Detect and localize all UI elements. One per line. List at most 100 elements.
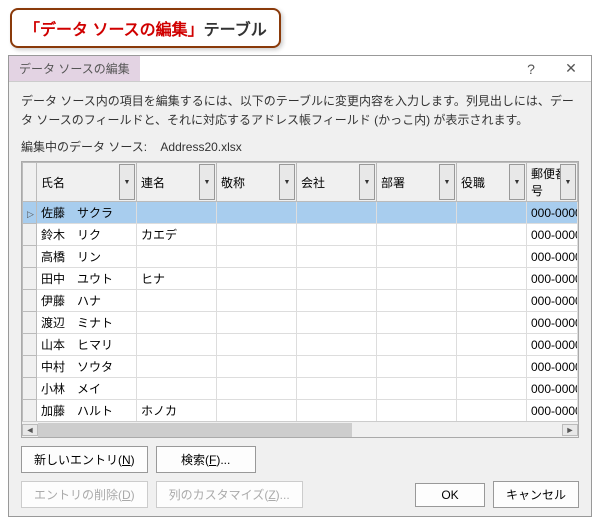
cell[interactable]: 田中 ユウト [37,268,137,290]
dropdown-icon[interactable] [509,164,525,200]
scroll-track[interactable] [38,423,562,437]
cell[interactable] [217,202,297,224]
cell[interactable]: ホノカ [137,400,217,421]
cell[interactable]: 加藤 ハルト [37,400,137,421]
table-row[interactable]: 高橋 リン000-0000 [23,246,578,268]
cell[interactable] [457,290,527,312]
row-header[interactable] [23,400,37,421]
cell[interactable] [137,290,217,312]
cell[interactable] [377,202,457,224]
scroll-left-icon[interactable]: ◄ [22,424,38,436]
cell[interactable]: 鈴木 リク [37,224,137,246]
table-row[interactable]: 佐藤 サクラ000-0000 [23,202,578,224]
cell[interactable]: 000-0000 [527,400,578,421]
cell[interactable]: 中村 ソウタ [37,356,137,378]
cell[interactable]: 000-0000 [527,312,578,334]
cell[interactable] [137,202,217,224]
cell[interactable] [377,400,457,421]
col-header-zip[interactable]: 郵便番号 [527,163,578,202]
cell[interactable] [377,312,457,334]
table-row[interactable]: 田中 ユウトヒナ000-0000 [23,268,578,290]
cell[interactable] [457,224,527,246]
cell[interactable] [217,400,297,421]
cell[interactable] [457,334,527,356]
table-row[interactable]: 中村 ソウタ 000-0000 [23,356,578,378]
cell[interactable] [137,378,217,400]
ok-button[interactable]: OK [415,483,485,507]
cell[interactable]: 000-0000 [527,378,578,400]
dropdown-icon[interactable] [439,164,455,200]
cell[interactable]: カエデ [137,224,217,246]
col-header-dept[interactable]: 部署 [377,163,457,202]
cell[interactable] [217,246,297,268]
cell[interactable] [297,290,377,312]
cell[interactable] [297,202,377,224]
cell[interactable]: 佐藤 サクラ [37,202,137,224]
cell[interactable] [297,246,377,268]
row-header[interactable] [23,224,37,246]
cell[interactable]: 000-0000 [527,356,578,378]
cell[interactable] [217,334,297,356]
cell[interactable] [377,246,457,268]
cell[interactable]: ヒナ [137,268,217,290]
col-header-hono[interactable]: 敬称 [217,163,297,202]
dropdown-icon[interactable] [119,164,135,200]
cell[interactable]: 000-0000 [527,290,578,312]
table-row[interactable]: 鈴木 リクカエデ 000-0000 [23,224,578,246]
dropdown-icon[interactable] [359,164,375,200]
cell[interactable] [457,356,527,378]
close-button[interactable]: ✕ [551,60,591,77]
cell[interactable] [457,400,527,421]
scroll-right-icon[interactable]: ► [562,424,578,436]
horizontal-scrollbar[interactable]: ◄ ► [22,421,578,437]
col-header-comp[interactable]: 会社 [297,163,377,202]
cell[interactable] [297,400,377,421]
cell[interactable] [297,312,377,334]
help-button[interactable]: ? [511,61,551,77]
cell[interactable]: 渡辺 ミナト [37,312,137,334]
cell[interactable] [457,378,527,400]
row-header[interactable] [23,202,37,224]
col-header-title[interactable]: 役職 [457,163,527,202]
cell[interactable]: 小林 メイ [37,378,137,400]
table-row[interactable]: 伊藤 ハナ000-0000 [23,290,578,312]
scroll-thumb[interactable] [38,423,352,437]
cell[interactable] [217,312,297,334]
cell[interactable]: 000-0000 [527,334,578,356]
row-header[interactable] [23,246,37,268]
cell[interactable]: 000-0000 [527,246,578,268]
cell[interactable] [297,356,377,378]
row-header[interactable] [23,268,37,290]
cell[interactable] [297,224,377,246]
dropdown-icon[interactable] [560,164,576,200]
cell[interactable] [457,312,527,334]
cell[interactable] [457,202,527,224]
cell[interactable] [297,268,377,290]
cell[interactable] [217,224,297,246]
cell[interactable] [297,334,377,356]
cell[interactable] [377,356,457,378]
cell[interactable] [457,268,527,290]
find-button[interactable]: 検索(F)... [156,446,256,473]
cell[interactable] [137,246,217,268]
cell[interactable] [457,246,527,268]
table-row[interactable]: 小林 メイ 000-0000 [23,378,578,400]
row-header[interactable] [23,290,37,312]
cell[interactable] [217,268,297,290]
cell[interactable] [217,290,297,312]
row-header[interactable] [23,378,37,400]
cell[interactable]: 000-0000 [527,224,578,246]
cell[interactable] [377,268,457,290]
cell[interactable] [377,224,457,246]
new-entry-button[interactable]: 新しいエントリ(N) [21,446,148,473]
cell[interactable] [137,312,217,334]
cancel-button[interactable]: キャンセル [493,481,579,508]
cell[interactable] [137,334,217,356]
dropdown-icon[interactable] [279,164,295,200]
col-header-name[interactable]: 氏名 [37,163,137,202]
cell[interactable] [297,378,377,400]
cell[interactable] [377,378,457,400]
row-header[interactable] [23,356,37,378]
cell[interactable]: 山本 ヒマリ [37,334,137,356]
dropdown-icon[interactable] [199,164,215,200]
